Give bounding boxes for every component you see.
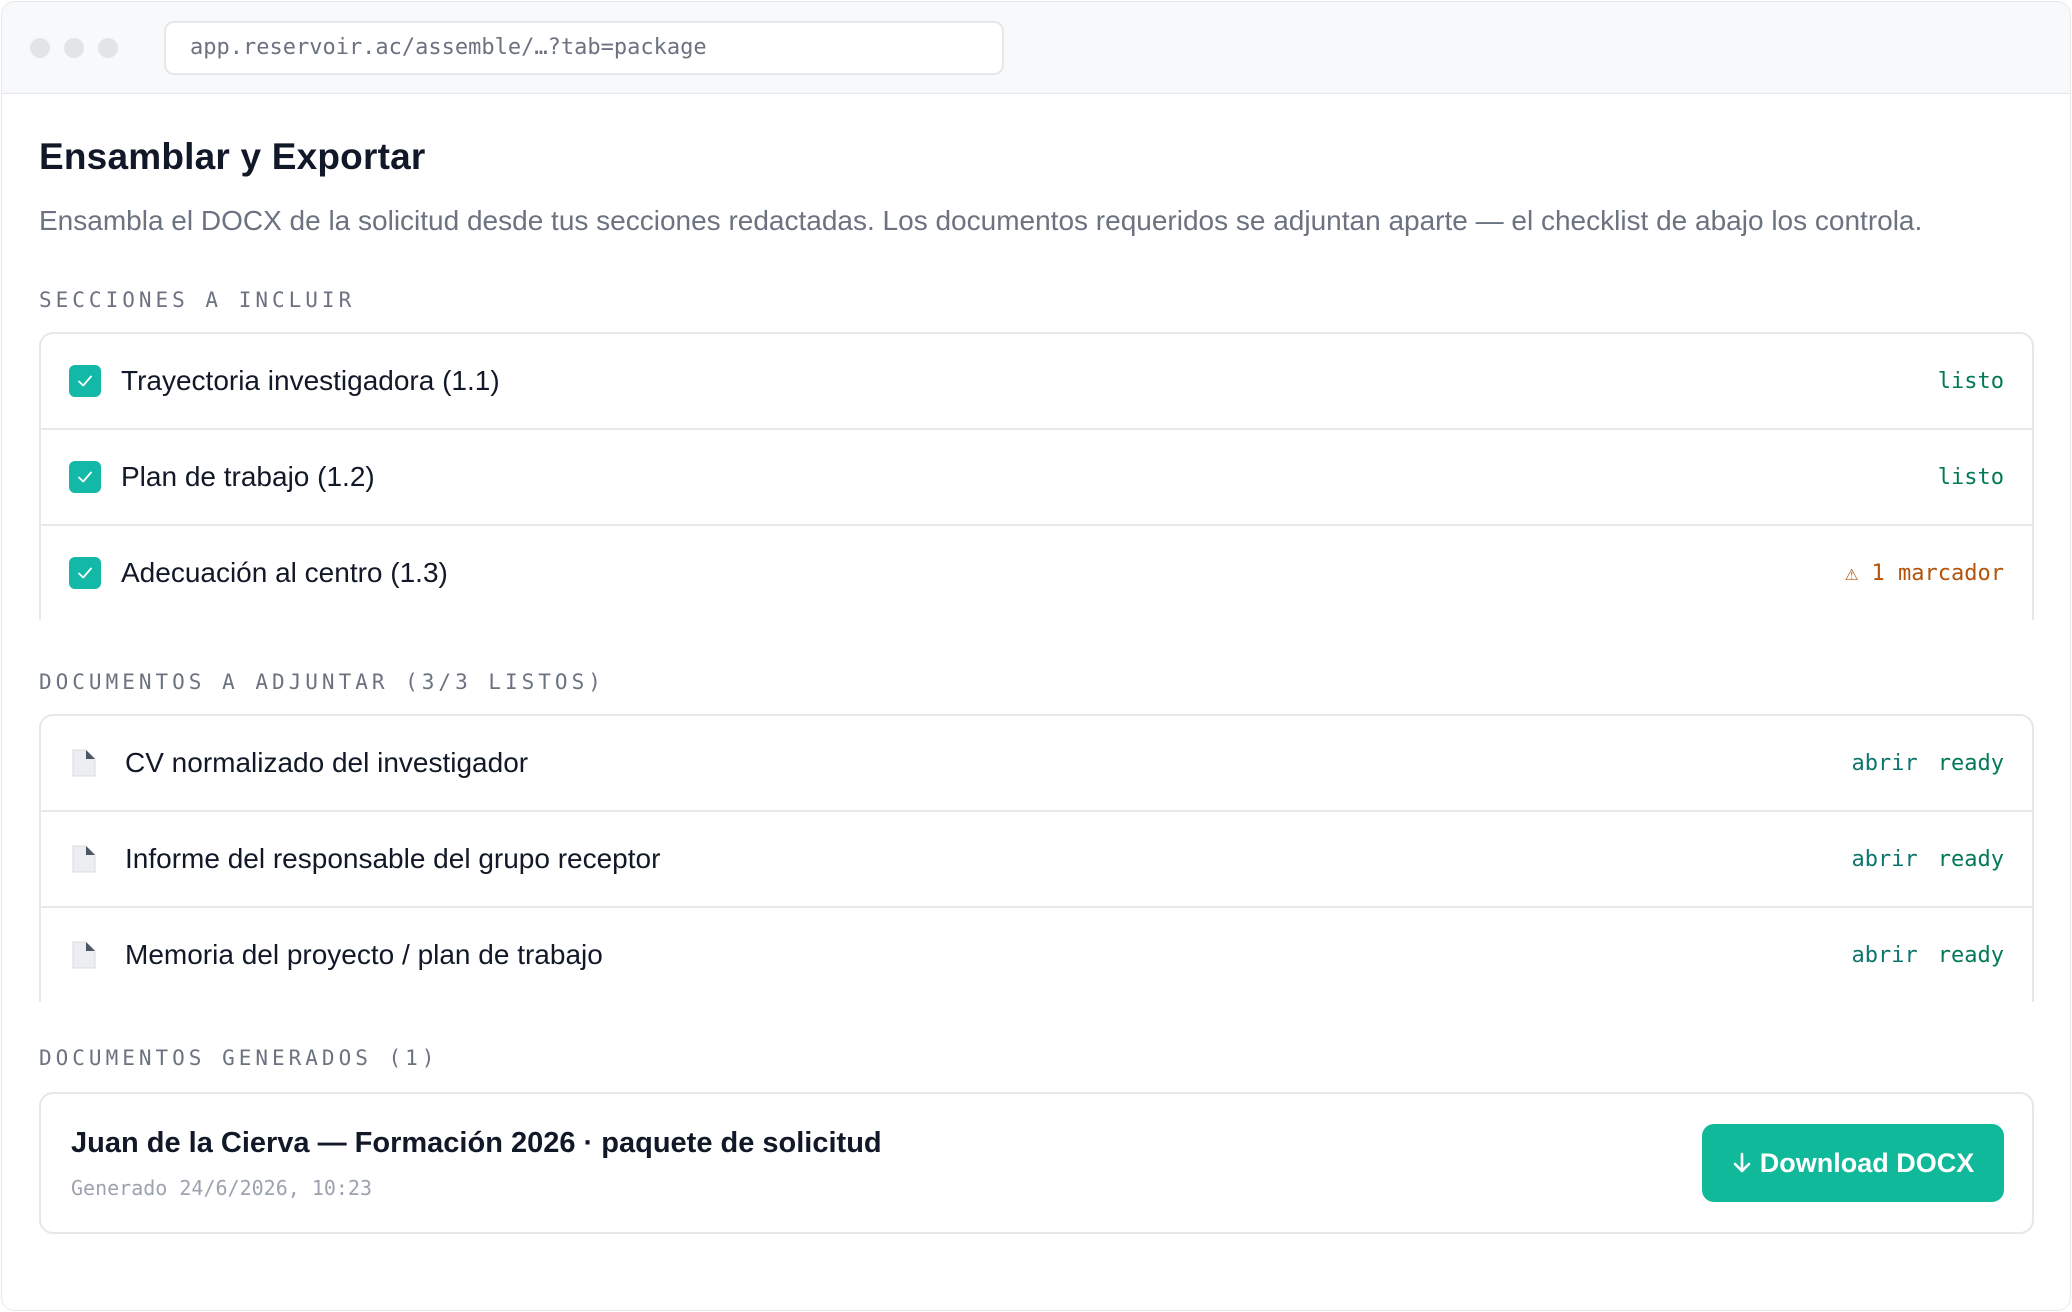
section-status: listo: [1937, 368, 2004, 394]
attachments-heading: DOCUMENTOS A ADJUNTAR (3/3 LISTOS): [39, 670, 605, 694]
section-label: Adecuación al centro (1.3): [121, 557, 448, 588]
section-row[interactable]: Adecuación al centro (1.3) ⚠ 1 marcador: [41, 526, 2032, 620]
address-bar-url: app.reservoir.ac/assemble/…?tab=package: [190, 35, 707, 60]
sections-list: Trayectoria investigadora (1.1) listo Pl…: [39, 332, 2034, 620]
generated-heading: DOCUMENTOS GENERADOS (1): [39, 1046, 439, 1070]
attachment-label: Informe del responsable del grupo recept…: [125, 843, 661, 874]
section-row[interactable]: Plan de trabajo (1.2) listo: [41, 430, 2032, 526]
sections-heading: SECCIONES A INCLUIR: [39, 288, 356, 312]
attachment-open-link[interactable]: abrir: [1852, 943, 1918, 968]
check-icon: [78, 567, 92, 579]
attachment-status: ready: [1937, 750, 2004, 776]
generated-document-title: Juan de la Cierva — Formación 2026 · paq…: [71, 1126, 882, 1159]
attachment-open-link[interactable]: abrir: [1852, 751, 1918, 776]
section-checkbox[interactable]: [69, 557, 101, 589]
attachment-row: Informe del responsable del grupo recept…: [41, 812, 2032, 908]
section-row[interactable]: Trayectoria investigadora (1.1) listo: [41, 334, 2032, 430]
arrow-down-icon: [1733, 1152, 1751, 1173]
browser-window: app.reservoir.ac/assemble/…?tab=package …: [1, 1, 2071, 1311]
section-status: listo: [1937, 464, 2004, 490]
attachment-status: ready: [1937, 846, 2004, 872]
address-bar[interactable]: app.reservoir.ac/assemble/…?tab=package: [164, 20, 1004, 75]
document-icon: [72, 845, 96, 873]
section-checkbox[interactable]: [69, 461, 101, 493]
download-docx-label: Download DOCX: [1759, 1147, 1975, 1178]
section-label: Plan de trabajo (1.2): [121, 461, 375, 492]
generated-document-card: Juan de la Cierva — Formación 2026 · paq…: [39, 1092, 2034, 1234]
section-checkbox[interactable]: [69, 365, 101, 397]
section-label: Trayectoria investigadora (1.1): [121, 365, 500, 396]
attachment-row: Memoria del proyecto / plan de trabajo a…: [41, 908, 2032, 1002]
document-icon: [72, 749, 96, 777]
check-icon: [78, 471, 92, 483]
document-icon: [72, 941, 96, 969]
attachment-status: ready: [1937, 942, 2004, 968]
generated-document-timestamp: Generado 24/6/2026, 10:23: [71, 1175, 373, 1200]
page-subtitle: Ensambla el DOCX de la solicitud desde t…: [39, 205, 1923, 236]
window-close-dot[interactable]: [30, 37, 50, 58]
attachment-label: CV normalizado del investigador: [125, 747, 529, 778]
browser-chrome: app.reservoir.ac/assemble/…?tab=package: [2, 2, 2070, 94]
page-content: Ensamblar y Exportar Ensambla el DOCX de…: [2, 94, 2070, 1234]
window-minimize-dot[interactable]: [64, 37, 84, 58]
attachment-row: CV normalizado del investigador abrir re…: [41, 716, 2032, 812]
check-icon: [78, 375, 92, 387]
attachment-label: Memoria del proyecto / plan de trabajo: [125, 939, 603, 970]
page-title: Ensamblar y Exportar: [39, 136, 426, 177]
section-status-warning: ⚠ 1 marcador: [1845, 560, 2004, 586]
window-maximize-dot[interactable]: [98, 37, 118, 58]
generated-document-info: Juan de la Cierva — Formación 2026 · paq…: [71, 1127, 882, 1200]
attachments-list: CV normalizado del investigador abrir re…: [39, 714, 2034, 1002]
attachment-open-link[interactable]: abrir: [1852, 847, 1918, 872]
download-docx-button[interactable]: Download DOCX: [1702, 1124, 2004, 1202]
